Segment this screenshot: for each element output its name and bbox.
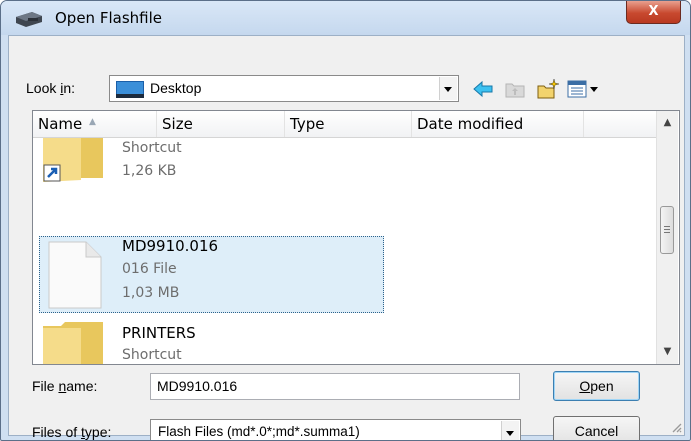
column-header-date-modified[interactable]: Date modified [412, 111, 584, 137]
item-type: Shortcut [122, 347, 182, 363]
look-in-value: Desktop [150, 80, 202, 96]
view-menu-icon[interactable] [567, 78, 601, 100]
item-type: 016 File [122, 261, 177, 277]
open-button[interactable]: Open [553, 371, 640, 401]
cancel-button[interactable]: Cancel [553, 416, 640, 440]
new-folder-icon[interactable] [536, 78, 560, 100]
file-name-input[interactable]: MD9910.016 [150, 373, 520, 400]
column-header-size[interactable]: Size [157, 111, 285, 137]
file-name-label: File name: [32, 378, 98, 394]
item-size: 1,26 KB [122, 163, 177, 179]
item-name: PRINTERS [122, 324, 196, 342]
file-list[interactable]: Name ▲ Size Type Date modified Shortcut 1… [32, 110, 680, 365]
folder-shortcut-icon [43, 138, 103, 182]
scanner-app-icon [16, 12, 42, 27]
folder-icon [43, 322, 103, 364]
desktop-icon [116, 81, 144, 98]
scrollbar-thumb[interactable] [660, 206, 674, 254]
close-button[interactable]: X [626, 1, 681, 24]
sort-arrow-icon: ▲ [89, 117, 96, 127]
resize-grip-icon[interactable] [670, 421, 682, 433]
vertical-scrollbar[interactable]: ▲ ▼ [656, 111, 678, 364]
window-title: Open Flashfile [55, 9, 162, 27]
chevron-down-icon[interactable] [501, 421, 519, 440]
open-flashfile-dialog: Open Flashfile X Look in: Desktop Name ▲… [0, 0, 691, 441]
up-folder-icon[interactable] [504, 78, 526, 100]
dialog-client-area: Look in: Desktop Name ▲ Size Type Date m… [8, 35, 685, 440]
column-header-name[interactable]: Name ▲ [33, 111, 157, 137]
scroll-down-icon[interactable]: ▼ [657, 342, 678, 362]
column-header-empty [584, 111, 656, 137]
item-type: Shortcut [122, 140, 182, 156]
list-header: Name ▲ Size Type Date modified [33, 111, 656, 138]
item-size: 1,03 MB [122, 285, 180, 301]
column-header-type[interactable]: Type [285, 111, 412, 137]
file-icon [48, 241, 102, 309]
back-arrow-icon[interactable] [472, 78, 494, 100]
chevron-down-icon[interactable] [439, 77, 457, 100]
look-in-combo[interactable]: Desktop [109, 75, 459, 102]
scroll-up-icon[interactable]: ▲ [657, 113, 678, 133]
files-of-type-select[interactable]: Flash Files (md*.0*;md*.summa1) [150, 419, 521, 440]
title-bar[interactable]: Open Flashfile X [1, 1, 690, 35]
files-of-type-label: Files of type: [32, 424, 112, 440]
look-in-label: Look in: [26, 80, 76, 96]
item-name: MD9910.016 [122, 237, 219, 255]
